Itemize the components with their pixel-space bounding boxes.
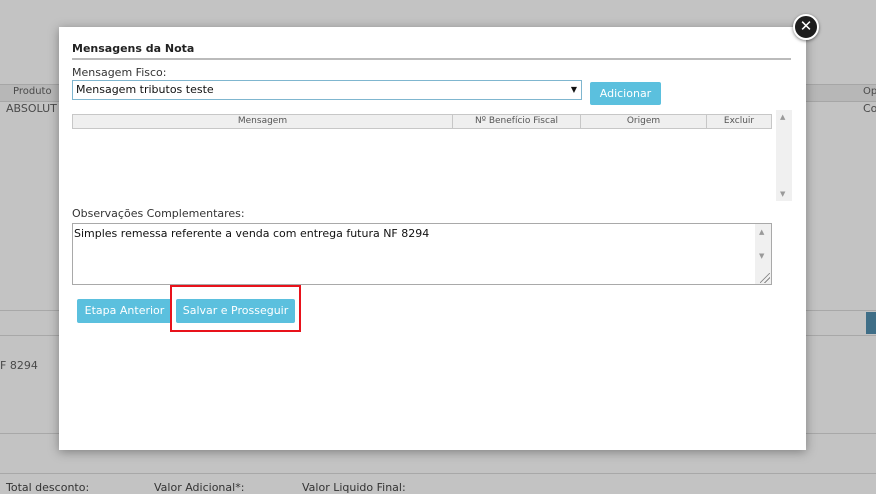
mensagem-fisco-select[interactable]: Mensagem tributos teste ▼ [72, 80, 582, 100]
observacoes-label: Observações Complementares: [72, 207, 245, 220]
bg-cell-absolut: ABSOLUT [6, 102, 57, 115]
close-icon[interactable]: ✕ [793, 14, 819, 40]
bg-cell-co: Co [863, 102, 876, 115]
bg-obs-fragment: F 8294 [0, 359, 38, 372]
scroll-down-icon[interactable]: ▼ [759, 252, 764, 260]
mensagem-fisco-label: Mensagem Fisco: [72, 66, 167, 79]
grid-col-mensagem: Mensagem [73, 115, 453, 128]
title-divider [72, 58, 791, 60]
scroll-up-icon[interactable]: ▲ [780, 113, 785, 121]
add-button[interactable]: Adicionar [590, 82, 661, 105]
mensagem-fisco-value: Mensagem tributos teste [76, 83, 214, 96]
resize-grip-icon[interactable] [760, 273, 770, 283]
bg-total-desconto: Total desconto: [6, 481, 90, 494]
dropdown-arrow-icon: ▼ [570, 85, 577, 94]
mensagens-modal: Mensagens da Nota Mensagem Fisco: Mensag… [59, 27, 806, 450]
scroll-down-icon[interactable]: ▼ [780, 190, 785, 198]
grid-col-origem: Origem [581, 115, 707, 128]
bg-col-op: Op [863, 86, 876, 97]
modal-title: Mensagens da Nota [72, 42, 195, 55]
highlight-box [170, 285, 301, 332]
grid-scrollbar[interactable]: ▲ ▼ [776, 110, 792, 201]
bg-divider [0, 473, 876, 474]
bg-valor-liquido: Valor Liquido Final: [302, 481, 406, 494]
bg-side-button [866, 312, 876, 334]
observacoes-text: Simples remessa referente a venda com en… [74, 227, 430, 240]
etapa-anterior-button[interactable]: Etapa Anterior [77, 299, 172, 323]
mensagens-grid-header: Mensagem Nº Benefício Fiscal Origem Excl… [72, 114, 772, 129]
scroll-up-icon[interactable]: ▲ [759, 228, 764, 236]
bg-col-produto: Produto [13, 86, 52, 97]
grid-col-beneficio: Nº Benefício Fiscal [453, 115, 581, 128]
bg-valor-adicional: Valor Adicional*: [154, 481, 245, 494]
grid-col-excluir: Excluir [723, 116, 755, 126]
observacoes-textarea[interactable]: Simples remessa referente a venda com en… [72, 223, 772, 285]
